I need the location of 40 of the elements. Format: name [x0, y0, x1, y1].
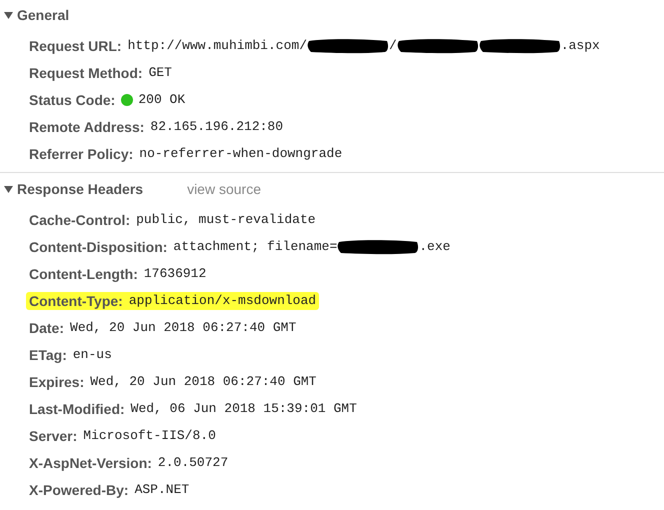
header-name: X-Powered-By: — [29, 482, 129, 498]
header-value: 200 OK — [138, 92, 186, 107]
header-value: GET — [148, 65, 172, 80]
header-name: ETag: — [29, 346, 67, 362]
header-name: Request Method: — [29, 64, 143, 80]
section-toggle[interactable]: Response Headers — [4, 181, 144, 197]
header-value: Wed, 20 Jun 2018 06:27:40 GMT — [70, 320, 296, 335]
header-name: Content-Length: — [29, 266, 138, 282]
expand-triangle-icon — [4, 12, 13, 18]
expand-triangle-icon — [4, 186, 13, 192]
header-name: X-AspNet-Version: — [29, 454, 152, 470]
header-name: Referrer Policy: — [29, 146, 134, 162]
header-name: Cache-Control: — [29, 212, 130, 228]
header-value: Wed, 06 Jun 2018 15:39:01 GMT — [130, 401, 357, 416]
header-value: Microsoft-IIS/8.0 — [83, 428, 216, 443]
header-value: 17636912 — [144, 266, 206, 281]
header-value: 82.165.196.212:80 — [150, 119, 284, 134]
header-name: Last-Modified: — [29, 400, 125, 416]
view-source-link[interactable]: view source — [187, 181, 261, 197]
header-value: .exe — [419, 239, 450, 254]
header-name: Content-Disposition: — [29, 238, 168, 254]
header-value: .aspx — [560, 38, 600, 53]
header-value: application/x-msdownload — [128, 293, 316, 308]
header-name: Content-Type: — [29, 292, 123, 308]
header-value: ASP.NET — [134, 482, 190, 497]
header-name: Status Code: — [29, 92, 116, 108]
header-value: http://www.muhimbi.com/ — [128, 38, 307, 53]
header-value: attachment; filename= — [173, 239, 338, 254]
header-name: Server: — [29, 428, 78, 444]
header-value: / — [389, 38, 397, 53]
header-value: no-referrer-when-downgrade — [139, 146, 342, 161]
section-toggle[interactable]: General — [4, 7, 70, 23]
header-name: Expires: — [29, 374, 84, 390]
header-value: Wed, 20 Jun 2018 06:27:40 GMT — [90, 374, 316, 389]
header-name: Remote Address: — [29, 118, 144, 134]
header-name: Request URL: — [29, 38, 122, 54]
header-name: Date: — [29, 320, 64, 336]
header-value: en-us — [72, 347, 112, 362]
header-value: 2.0.50727 — [158, 455, 228, 470]
header-value: public, must-revalidate — [136, 212, 316, 227]
